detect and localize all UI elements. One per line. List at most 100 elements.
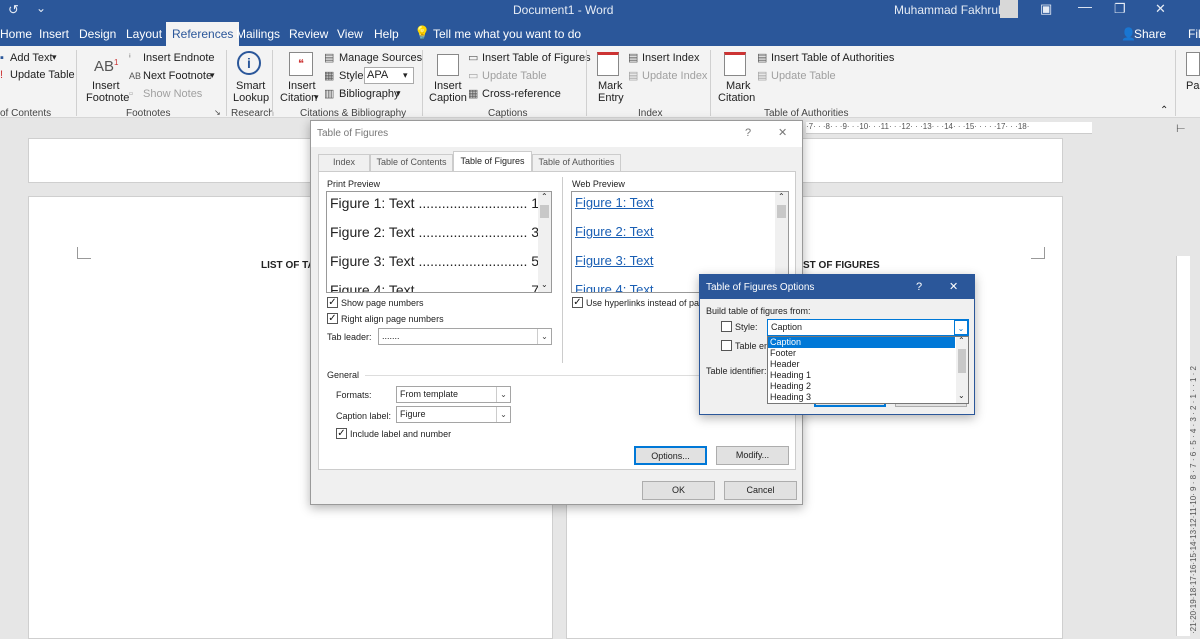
list-item[interactable]: Heading 1 bbox=[768, 370, 968, 381]
tab-review[interactable]: Review bbox=[289, 27, 328, 41]
insert-index-button[interactable]: Insert Index bbox=[642, 52, 699, 65]
style-dropdown[interactable]: APA ▾ bbox=[364, 67, 414, 84]
insert-toa-button[interactable]: Insert Table of Authorities bbox=[771, 52, 894, 65]
tab-help[interactable]: Help bbox=[374, 27, 399, 41]
mark-entry-label[interactable]: Entry bbox=[598, 92, 624, 105]
list-scrollbar[interactable]: ⌃ ⌄ bbox=[956, 336, 968, 403]
insert-endnote-icon: ⁱ bbox=[129, 53, 131, 64]
tell-me-search[interactable]: Tell me what you want to do bbox=[433, 27, 581, 41]
cancel-button[interactable]: Cancel bbox=[724, 481, 797, 500]
paste-button-partial[interactable]: Pas bbox=[1186, 80, 1200, 93]
tab-table-of-contents[interactable]: Table of Contents bbox=[370, 154, 453, 171]
list-item[interactable]: Heading 2 bbox=[768, 381, 968, 392]
tab-view[interactable]: View bbox=[337, 27, 363, 41]
scroll-thumb[interactable] bbox=[958, 349, 966, 373]
insert-caption-label[interactable]: Caption bbox=[429, 92, 467, 105]
right-align-checkbox[interactable]: ✓ bbox=[327, 313, 338, 324]
scroll-down-icon[interactable]: ⌄ bbox=[541, 280, 548, 289]
right-align-label: Right align page numbers bbox=[341, 314, 444, 324]
tab-table-of-authorities[interactable]: Table of Authorities bbox=[532, 154, 621, 171]
update-index-button[interactable]: Update Index bbox=[642, 70, 707, 83]
tab-design[interactable]: Design bbox=[79, 27, 116, 41]
style-checkbox[interactable] bbox=[721, 321, 732, 332]
close-icon[interactable]: ✕ bbox=[949, 280, 958, 293]
help-icon[interactable]: ? bbox=[916, 281, 922, 293]
divider bbox=[422, 50, 423, 116]
bibliography-button[interactable]: Bibliography bbox=[339, 88, 400, 101]
caption-label-dropdown[interactable]: Figure ⌄ bbox=[396, 406, 511, 423]
options-button[interactable]: Options... bbox=[634, 446, 707, 465]
show-page-numbers-checkbox[interactable]: ✓ bbox=[327, 297, 338, 308]
web-preview-link: Figure 2: Text bbox=[575, 224, 654, 239]
use-hyperlinks-checkbox[interactable]: ✓ bbox=[572, 297, 583, 308]
insert-citation-label[interactable]: Citation bbox=[280, 92, 317, 105]
formats-dropdown[interactable]: From template ⌄ bbox=[396, 386, 511, 403]
user-name[interactable]: Muhammad Fakhrullah bbox=[894, 3, 1017, 17]
list-item[interactable]: Heading 3 bbox=[768, 392, 968, 403]
mark-citation-label[interactable]: Citation bbox=[718, 92, 755, 105]
help-icon[interactable]: ? bbox=[745, 127, 751, 139]
minimize-icon[interactable]: — bbox=[1078, 0, 1092, 14]
tab-insert[interactable]: Insert bbox=[39, 27, 69, 41]
close-icon[interactable]: ✕ bbox=[1155, 1, 1166, 17]
chevron-down-icon[interactable]: ⌄ bbox=[954, 320, 968, 335]
close-icon[interactable]: ✕ bbox=[778, 126, 787, 139]
scroll-up-icon[interactable]: ⌃ bbox=[541, 192, 548, 201]
table-entry-checkbox[interactable] bbox=[721, 340, 732, 351]
insert-footnote-icon: AB1 bbox=[94, 58, 119, 75]
undo-icon[interactable]: ↺ bbox=[8, 2, 19, 18]
include-label-checkbox[interactable]: ✓ bbox=[336, 428, 347, 439]
divider bbox=[1175, 50, 1176, 116]
update-tof-button[interactable]: Update Table bbox=[482, 70, 547, 83]
insert-endnote-button[interactable]: Insert Endnote bbox=[143, 52, 215, 65]
qat-dropdown-icon[interactable]: ⌄ bbox=[36, 1, 46, 15]
style-combo[interactable]: Caption ⌄ bbox=[767, 319, 969, 336]
restore-icon[interactable]: ❐ bbox=[1114, 1, 1126, 17]
caption-label-label: Caption label: bbox=[336, 411, 392, 421]
update-toc-button[interactable]: Update Table bbox=[10, 69, 75, 82]
add-text-button[interactable]: Add Text bbox=[10, 52, 53, 65]
style-options-list[interactable]: Caption Footer Header Heading 1 Heading … bbox=[767, 336, 969, 404]
manage-sources-button[interactable]: Manage Sources bbox=[339, 52, 422, 65]
preview-scrollbar[interactable]: ⌃ ⌄ bbox=[538, 192, 551, 292]
scroll-thumb[interactable] bbox=[540, 205, 549, 218]
show-notes-button[interactable]: Show Notes bbox=[143, 88, 202, 101]
add-text-icon: ▪ bbox=[0, 52, 4, 64]
tab-leader-label: Tab leader: bbox=[327, 332, 372, 342]
tab-file-partial[interactable]: Fil bbox=[1188, 27, 1200, 41]
list-item[interactable]: Header bbox=[768, 359, 968, 370]
share-button[interactable]: Share bbox=[1134, 27, 1166, 41]
options-title: Table of Figures Options bbox=[706, 282, 815, 293]
chevron-down-icon: ▾ bbox=[210, 70, 215, 80]
scroll-up-icon[interactable]: ⌃ bbox=[778, 192, 785, 201]
scroll-up-icon[interactable]: ⌃ bbox=[958, 336, 965, 345]
chevron-down-icon: ▾ bbox=[52, 52, 57, 62]
title-bar: ↺ ⌄ Document1 - Word Muhammad Fakhrullah… bbox=[0, 0, 1200, 22]
insert-tof-button[interactable]: Insert Table of Figures bbox=[482, 52, 591, 65]
smart-lookup-label[interactable]: Lookup bbox=[233, 92, 269, 105]
list-item[interactable]: Caption bbox=[768, 337, 955, 348]
collapse-ribbon-icon[interactable]: ⌃ bbox=[1160, 104, 1168, 117]
tab-index[interactable]: Index bbox=[318, 154, 370, 171]
ok-button[interactable]: OK bbox=[642, 481, 715, 500]
ribbon-display-icon[interactable]: ▣ bbox=[1040, 1, 1052, 17]
tab-references[interactable]: References bbox=[166, 22, 240, 46]
avatar[interactable] bbox=[1000, 0, 1018, 18]
vertical-ruler[interactable]: ·21·20·19·18·17·16·15·14·13·12·11·10· 9 … bbox=[1176, 256, 1198, 636]
update-toa-button[interactable]: Update Table bbox=[771, 70, 836, 83]
tab-layout[interactable]: Layout bbox=[126, 27, 162, 41]
cross-reference-button[interactable]: Cross-reference bbox=[482, 88, 561, 101]
scroll-thumb[interactable] bbox=[777, 205, 786, 218]
tab-mailings[interactable]: Mailings bbox=[236, 27, 280, 41]
modify-button[interactable]: Modify... bbox=[716, 446, 789, 465]
scroll-down-icon[interactable]: ⌄ bbox=[958, 391, 965, 400]
list-item[interactable]: Footer bbox=[768, 348, 968, 359]
insert-footnote-label[interactable]: Footnote bbox=[86, 92, 129, 105]
tab-home[interactable]: Home bbox=[0, 27, 32, 41]
tab-leader-dropdown[interactable]: ....... ⌄ bbox=[378, 328, 552, 345]
dialog-launcher-icon[interactable]: ↘ bbox=[214, 108, 221, 117]
next-footnote-button[interactable]: Next Footnote bbox=[143, 70, 212, 83]
tab-table-of-figures[interactable]: Table of Figures bbox=[453, 151, 532, 172]
ruler-toggle-icon[interactable]: ⊢ bbox=[1176, 122, 1186, 135]
horizontal-ruler[interactable]: ·7· · ·8· · ·9· · ·10· · ·11· · ·12· · ·… bbox=[806, 122, 1092, 134]
